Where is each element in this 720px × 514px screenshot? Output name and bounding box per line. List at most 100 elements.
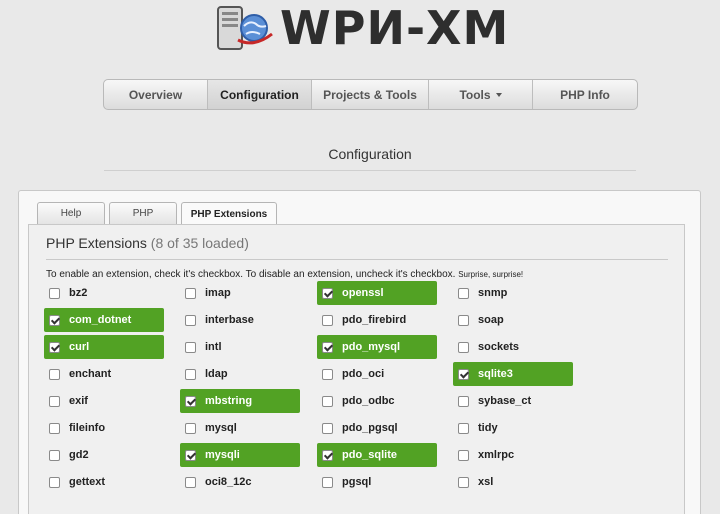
nav-overview[interactable]: Overview <box>104 80 208 109</box>
extension-exif[interactable]: exif <box>44 389 88 413</box>
nav-projects-tools[interactable]: Projects & Tools <box>312 80 429 109</box>
extension-pdo-sqlite[interactable]: pdo_sqlite <box>317 443 437 467</box>
extension-checkbox[interactable] <box>49 341 60 353</box>
extension-interbase[interactable]: interbase <box>180 308 254 332</box>
extension-label: pdo_sqlite <box>342 449 398 461</box>
extension-checkbox[interactable] <box>322 449 333 461</box>
extension-checkbox[interactable] <box>49 368 60 380</box>
extension-checkbox[interactable] <box>185 449 196 461</box>
tab-php[interactable]: PHP <box>109 202 177 224</box>
extension-intl[interactable]: intl <box>180 335 222 359</box>
extension-pdo-odbc[interactable]: pdo_odbc <box>317 389 395 413</box>
extension-checkbox[interactable] <box>185 314 196 326</box>
tab-help[interactable]: Help <box>37 202 105 224</box>
extension-curl[interactable]: curl <box>44 335 164 359</box>
nav-overview-label: Overview <box>128 87 183 102</box>
extension-ldap[interactable]: ldap <box>180 362 228 386</box>
config-panel: Help PHP PHP Extensions PHP Extensions (… <box>18 190 701 514</box>
nav-configuration[interactable]: Configuration <box>208 80 312 109</box>
extension-label: interbase <box>205 314 254 326</box>
extension-label: gd2 <box>69 449 89 461</box>
extension-checkbox[interactable] <box>185 368 196 380</box>
extension-label: curl <box>69 341 90 353</box>
extension-xsl[interactable]: xsl <box>453 470 493 494</box>
tab-help-label: Help <box>60 208 82 219</box>
extension-checkbox[interactable] <box>185 287 196 299</box>
extension-checkbox[interactable] <box>458 341 469 353</box>
extension-checkbox[interactable] <box>322 422 333 434</box>
extension-checkbox[interactable] <box>185 395 196 407</box>
extension-soap[interactable]: soap <box>453 308 504 332</box>
extension-checkbox[interactable] <box>458 368 469 380</box>
extension-label: oci8_12c <box>205 476 252 488</box>
extension-checkbox[interactable] <box>322 476 333 488</box>
extension-label: imap <box>205 287 231 299</box>
extension-pdo-mysql[interactable]: pdo_mysql <box>317 335 437 359</box>
extension-imap[interactable]: imap <box>180 281 231 305</box>
extension-tidy[interactable]: tidy <box>453 416 498 440</box>
extension-checkbox[interactable] <box>185 476 196 488</box>
extension-checkbox[interactable] <box>458 395 469 407</box>
extension-gettext[interactable]: gettext <box>44 470 105 494</box>
extension-checkbox[interactable] <box>185 422 196 434</box>
nav-configuration-label: Configuration <box>220 87 299 102</box>
extension-xmlrpc[interactable]: xmlrpc <box>453 443 514 467</box>
extension-label: pgsql <box>342 476 372 488</box>
extension-label: pdo_firebird <box>342 314 407 326</box>
extension-checkbox[interactable] <box>49 287 60 299</box>
nav-projects-tools-label: Projects & Tools <box>323 87 417 102</box>
extension-enchant[interactable]: enchant <box>44 362 111 386</box>
tab-php-label: PHP <box>132 208 154 219</box>
extension-bz2[interactable]: bz2 <box>44 281 87 305</box>
extension-openssl[interactable]: openssl <box>317 281 437 305</box>
extension-checkbox[interactable] <box>49 476 60 488</box>
extension-gd2[interactable]: gd2 <box>44 443 89 467</box>
extension-mysql[interactable]: mysql <box>180 416 237 440</box>
extensions-heading: PHP Extensions (8 of 35 loaded) <box>46 235 249 251</box>
instructions-main: To enable an extension, check it's check… <box>46 269 456 280</box>
extension-checkbox[interactable] <box>322 287 333 299</box>
extension-sqlite3[interactable]: sqlite3 <box>453 362 573 386</box>
extension-com-dotnet[interactable]: com_dotnet <box>44 308 164 332</box>
php-extensions-pane: PHP Extensions (8 of 35 loaded) To enabl… <box>28 224 685 514</box>
main-nav: Overview Configuration Projects & Tools … <box>103 79 638 110</box>
nav-php-info[interactable]: PHP Info <box>533 80 637 109</box>
extension-sockets[interactable]: sockets <box>453 335 519 359</box>
extension-mysqli[interactable]: mysqli <box>180 443 300 467</box>
extension-label: mbstring <box>205 395 253 407</box>
extension-label: bz2 <box>69 287 88 299</box>
extension-label: sockets <box>478 341 519 353</box>
extension-checkbox[interactable] <box>458 314 469 326</box>
extension-checkbox[interactable] <box>49 395 60 407</box>
extension-fileinfo[interactable]: fileinfo <box>44 416 105 440</box>
nav-tools[interactable]: Tools <box>429 80 533 109</box>
extension-pdo-firebird[interactable]: pdo_firebird <box>317 308 406 332</box>
extension-pdo-oci[interactable]: pdo_oci <box>317 362 384 386</box>
extension-checkbox[interactable] <box>185 341 196 353</box>
extension-label: tidy <box>478 422 498 434</box>
extension-checkbox[interactable] <box>458 422 469 434</box>
extension-checkbox[interactable] <box>458 287 469 299</box>
extension-checkbox[interactable] <box>322 395 333 407</box>
extension-label: xsl <box>478 476 494 488</box>
extension-snmp[interactable]: snmp <box>453 281 507 305</box>
extension-label: snmp <box>478 287 508 299</box>
extension-checkbox[interactable] <box>49 422 60 434</box>
extension-mbstring[interactable]: mbstring <box>180 389 300 413</box>
extension-pdo-pgsql[interactable]: pdo_pgsql <box>317 416 398 440</box>
extension-pgsql[interactable]: pgsql <box>317 470 371 494</box>
extension-checkbox[interactable] <box>322 368 333 380</box>
extension-checkbox[interactable] <box>458 476 469 488</box>
extension-checkbox[interactable] <box>49 449 60 461</box>
extension-oci8-12c[interactable]: oci8_12c <box>180 470 251 494</box>
extension-checkbox[interactable] <box>458 449 469 461</box>
extension-checkbox[interactable] <box>322 341 333 353</box>
extension-label: sqlite3 <box>478 368 513 380</box>
extension-checkbox[interactable] <box>49 314 60 326</box>
extension-sybase-ct[interactable]: sybase_ct <box>453 389 531 413</box>
instructions-small: Surprise, surprise! <box>458 270 524 279</box>
extension-label: exif <box>69 395 88 407</box>
extension-label: enchant <box>69 368 112 380</box>
tab-php-extensions[interactable]: PHP Extensions <box>181 202 277 225</box>
extension-checkbox[interactable] <box>322 314 333 326</box>
